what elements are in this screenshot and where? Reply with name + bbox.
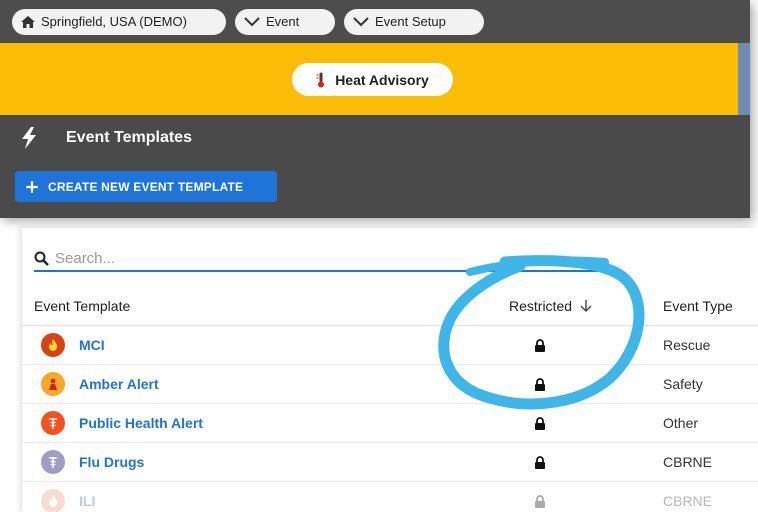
lock-icon — [535, 495, 545, 508]
lock-icon — [535, 456, 545, 469]
create-event-template-button[interactable]: CREATE NEW EVENT TEMPLATE — [15, 171, 277, 202]
flame-icon — [41, 333, 65, 357]
template-name[interactable]: MCI — [79, 337, 105, 353]
breadcrumb-event[interactable]: Event — [235, 8, 335, 35]
template-name[interactable]: Flu Drugs — [79, 454, 144, 470]
chevron-down-icon — [353, 16, 369, 26]
flame-icon — [41, 489, 65, 512]
sort-arrow-down-icon — [580, 300, 592, 312]
breadcrumb-location-label: Springfield, USA (DEMO) — [41, 14, 187, 29]
column-divider[interactable] — [459, 298, 460, 314]
search-box — [34, 246, 604, 272]
lock-icon — [535, 378, 545, 391]
create-event-template-label: CREATE NEW EVENT TEMPLATE — [48, 179, 244, 194]
column-event-template[interactable]: Event Template — [34, 298, 130, 314]
table-row[interactable]: Amber Alert Safety — [22, 365, 758, 404]
table-row[interactable]: Flu Drugs CBRNE — [22, 443, 758, 482]
template-name[interactable]: ILI — [79, 493, 95, 509]
search-input[interactable] — [55, 249, 555, 267]
templates-table: Event Template Restricted Event Type MCI… — [22, 286, 758, 512]
caduceus-icon — [41, 411, 65, 435]
column-event-type[interactable]: Event Type — [663, 298, 733, 314]
heat-advisory-chip[interactable]: Heat Advisory — [292, 63, 453, 96]
column-restricted-label: Restricted — [509, 297, 573, 314]
table-row[interactable]: ILI CBRNE — [22, 482, 758, 512]
breadcrumb-event-setup-label: Event Setup — [375, 14, 446, 29]
lock-icon — [535, 339, 545, 352]
template-name[interactable]: Amber Alert — [79, 376, 159, 392]
child-alert-icon — [41, 372, 65, 396]
heat-advisory-label: Heat Advisory — [335, 71, 429, 88]
advisory-banner: Heat Advisory — [0, 43, 750, 115]
breadcrumb-location[interactable]: Springfield, USA (DEMO) — [12, 8, 226, 35]
home-icon — [21, 15, 35, 28]
chevron-down-icon — [244, 16, 260, 26]
table-header: Event Template Restricted Event Type — [22, 286, 758, 326]
search-icon — [34, 251, 49, 266]
advisory-edge — [738, 43, 750, 115]
template-type: CBRNE — [663, 493, 713, 509]
column-restricted[interactable]: Restricted — [509, 298, 592, 314]
table-row[interactable]: MCI Rescue — [22, 326, 758, 365]
template-name[interactable]: Public Health Alert — [79, 415, 203, 431]
column-divider[interactable] — [637, 298, 638, 314]
template-type: CBRNE — [663, 454, 713, 470]
templates-card: Event Template Restricted Event Type MCI… — [22, 228, 758, 512]
thermometer-icon — [316, 72, 325, 87]
breadcrumb-event-setup[interactable]: Event Setup — [344, 8, 484, 35]
lightning-icon — [22, 127, 36, 149]
table-row[interactable]: Public Health Alert Other — [22, 404, 758, 443]
page-header: Event Templates — [0, 115, 750, 161]
template-type: Other — [663, 415, 699, 431]
plus-icon — [26, 180, 38, 193]
breadcrumb: Springfield, USA (DEMO) Event Event Setu… — [0, 0, 750, 43]
page-title: Event Templates — [66, 129, 192, 146]
template-type: Rescue — [663, 337, 711, 353]
lock-icon — [535, 417, 545, 430]
caduceus-icon — [41, 450, 65, 474]
template-type: Safety — [663, 376, 703, 392]
breadcrumb-event-label: Event — [266, 14, 300, 29]
